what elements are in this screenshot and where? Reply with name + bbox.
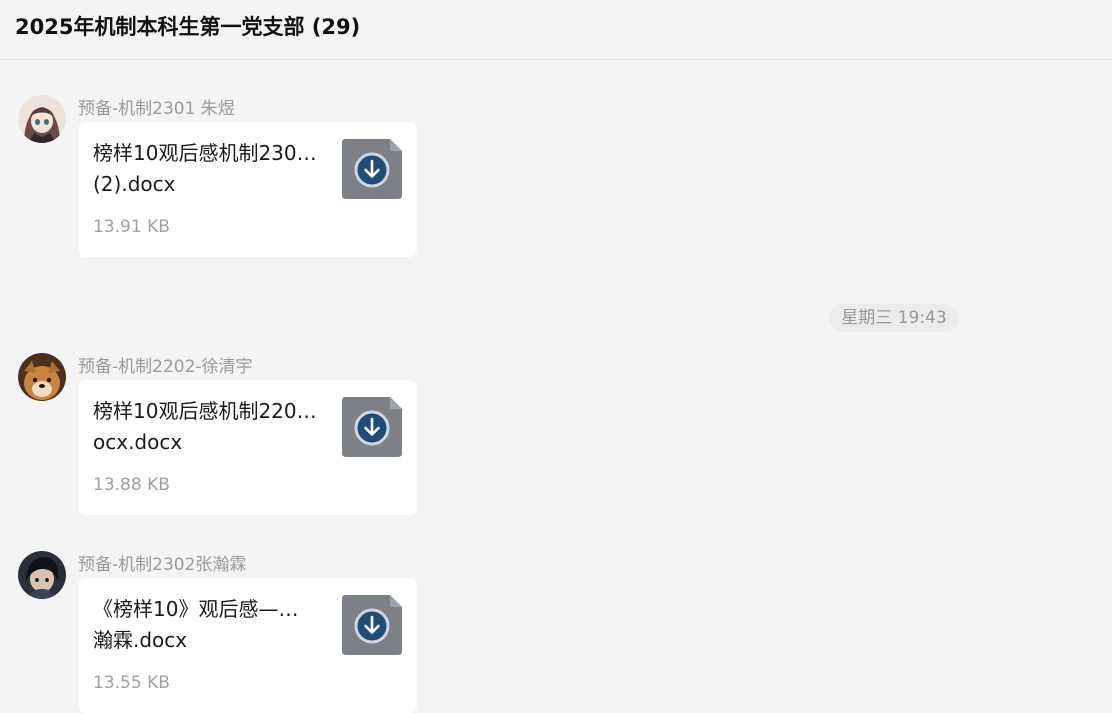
file-size: 13.88 KB <box>93 475 170 495</box>
sender-name: 预备-机制2202-徐清宇 <box>78 357 253 377</box>
file-card[interactable]: 榜样10观后感机制230… (2).docx 13.91 KB <box>78 122 417 257</box>
file-name: 《榜样10》观后感—… 瀚霖.docx <box>93 594 328 656</box>
file-size: 13.55 KB <box>93 673 170 693</box>
file-name-line: ocx.docx <box>93 430 183 454</box>
file-size: 13.91 KB <box>93 217 170 237</box>
file-name-line: 榜样10观后感机制230… <box>93 141 317 165</box>
file-name-line: 《榜样10》观后感—… <box>93 597 299 621</box>
word-doc-download-icon[interactable] <box>342 397 402 457</box>
file-name-line: 榜样10观后感机制220… <box>93 399 317 423</box>
sender-name: 预备-机制2302张瀚霖 <box>78 555 247 575</box>
word-doc-download-icon[interactable] <box>342 595 402 655</box>
file-card[interactable]: 《榜样10》观后感—… 瀚霖.docx 13.55 KB <box>78 578 417 713</box>
file-name-line: 瀚霖.docx <box>93 628 188 652</box>
chat-header: 2025年机制本科生第一党支部 (29) <box>0 0 1112 60</box>
sender-name: 预备-机制2301 朱煜 <box>78 99 235 119</box>
file-name: 榜样10观后感机制230… (2).docx <box>93 138 328 200</box>
file-name: 榜样10观后感机制220… ocx.docx <box>93 396 328 458</box>
time-divider: 星期三 19:43 <box>829 304 959 332</box>
word-doc-download-icon[interactable] <box>342 139 402 199</box>
avatar[interactable] <box>18 95 66 143</box>
chat-title: 2025年机制本科生第一党支部 (29) <box>15 15 361 39</box>
avatar[interactable] <box>18 353 66 401</box>
file-card[interactable]: 榜样10观后感机制220… ocx.docx 13.88 KB <box>78 380 417 515</box>
file-name-line: (2).docx <box>93 172 176 196</box>
avatar[interactable] <box>18 551 66 599</box>
message-list[interactable]: 预备-机制2301 朱煜 榜样10观后感机制230… (2).docx 13.9… <box>0 61 1112 713</box>
